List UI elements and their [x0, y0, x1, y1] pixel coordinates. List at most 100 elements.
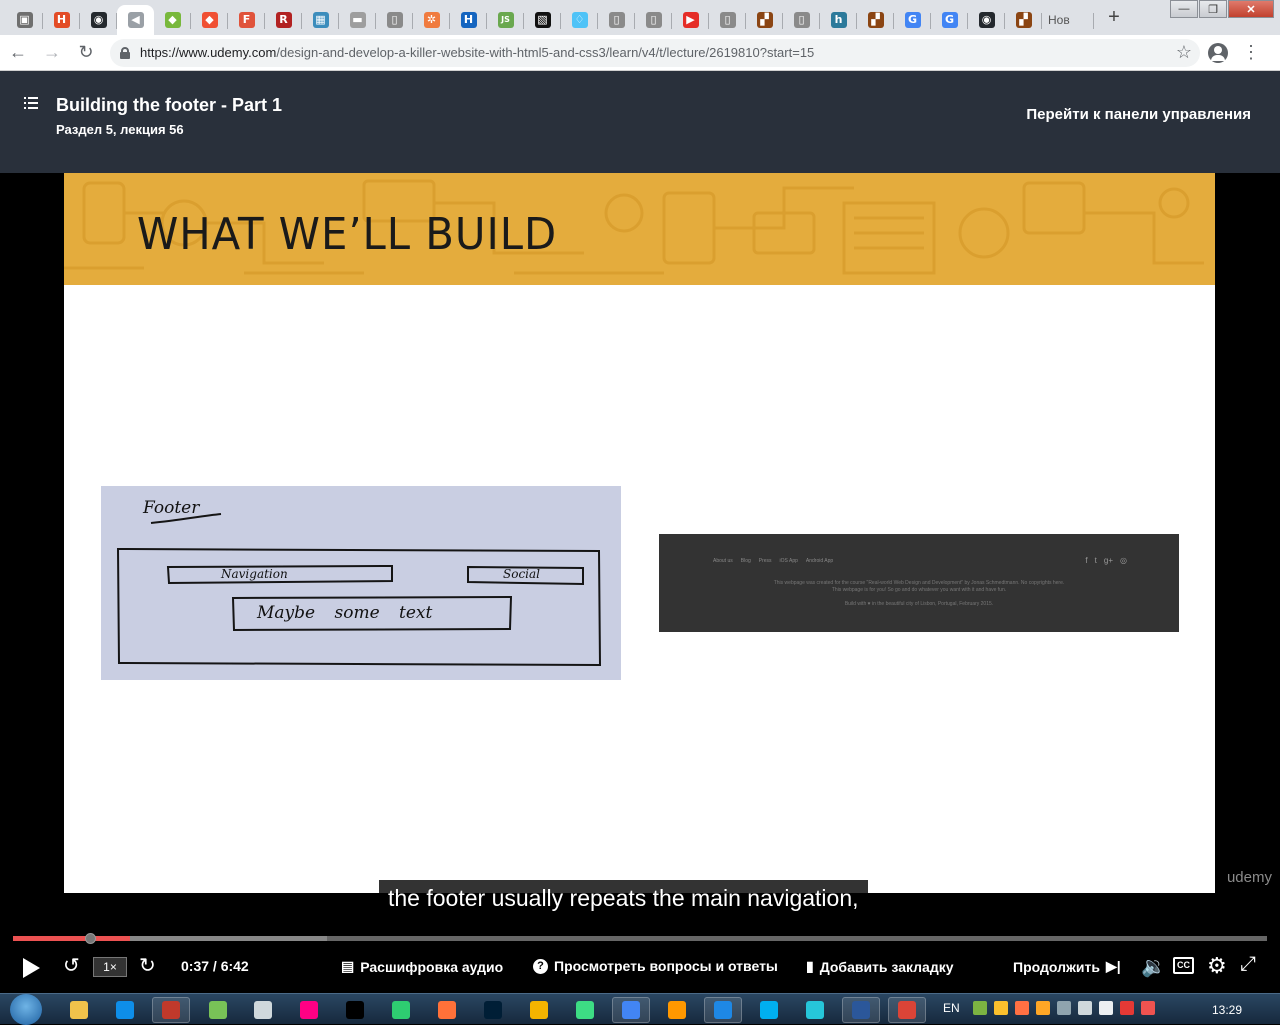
- transcript-label: Расшифровка аудио: [360, 958, 504, 975]
- go-to-dashboard-link[interactable]: Перейти к панели управления: [1026, 106, 1251, 123]
- tab-28[interactable]: ▞: [1005, 5, 1042, 35]
- calculator-icon[interactable]: [796, 997, 834, 1023]
- bookmark-button[interactable]: ▮ Добавить закладку: [806, 958, 954, 975]
- speaker-icon[interactable]: [1099, 1001, 1113, 1015]
- tab-26-favicon-icon: G: [941, 11, 958, 28]
- android-studio-icon[interactable]: [566, 997, 604, 1023]
- new-tab-button[interactable]: +: [1100, 4, 1128, 32]
- tray-icon-1[interactable]: [973, 1001, 987, 1015]
- tab-4-active[interactable]: ◀: [117, 4, 154, 35]
- tab-25[interactable]: G: [894, 5, 931, 35]
- tab-8[interactable]: R: [265, 5, 302, 35]
- sketch-navigation-label: Navigation: [221, 567, 288, 581]
- playback-speed-button[interactable]: 1×: [93, 957, 127, 977]
- browser-menu-icon[interactable]: ⋮: [1242, 42, 1260, 63]
- profile-icon[interactable]: [1208, 42, 1228, 63]
- browser-toolbar: ← → ↻ https://www.udemy.com/design-and-d…: [0, 35, 1280, 71]
- chrome-canary-icon[interactable]: [520, 997, 558, 1023]
- flag-icon[interactable]: [1120, 1001, 1134, 1015]
- start-button[interactable]: [10, 994, 42, 1025]
- tab-10[interactable]: ▬: [339, 5, 376, 35]
- skype-icon[interactable]: [750, 997, 788, 1023]
- tab-3[interactable]: ◉: [80, 5, 117, 35]
- tab-15[interactable]: ▧: [524, 5, 561, 35]
- minimize-button[interactable]: —: [1170, 0, 1198, 18]
- floppy-icon[interactable]: [152, 997, 190, 1023]
- tray-icon-9[interactable]: [1141, 1001, 1155, 1015]
- tab-22[interactable]: ▯: [783, 5, 820, 35]
- address-bar[interactable]: https://www.udemy.com/design-and-develop…: [110, 38, 1200, 67]
- tab-20[interactable]: ▯: [709, 5, 746, 35]
- maximize-button[interactable]: ❐: [1199, 0, 1227, 18]
- volume-icon[interactable]: 🔉: [1141, 954, 1166, 979]
- tab-27[interactable]: ◉: [968, 5, 1005, 35]
- explorer-icon[interactable]: [60, 997, 98, 1023]
- word-icon[interactable]: [842, 997, 880, 1023]
- url-host: https://www.udemy.com: [140, 45, 277, 60]
- time-display: 0:37 / 6:42: [181, 958, 249, 974]
- sublime-icon[interactable]: [658, 997, 696, 1023]
- app-green-icon[interactable]: [382, 997, 420, 1023]
- bookmark-star-icon[interactable]: ☆: [1176, 42, 1192, 63]
- continue-button[interactable]: Продолжить ▶|: [1013, 958, 1121, 975]
- tab-7[interactable]: F: [228, 5, 265, 35]
- tab-11[interactable]: ▯: [376, 5, 413, 35]
- forward-button[interactable]: →: [36, 37, 68, 69]
- tray-icon-4[interactable]: [1036, 1001, 1050, 1015]
- tab-9-favicon-icon: ▦: [312, 11, 329, 28]
- android-icon[interactable]: [199, 997, 237, 1023]
- tab-19[interactable]: ▶: [672, 5, 709, 35]
- tab-26[interactable]: G: [931, 5, 968, 35]
- chrome-2-icon[interactable]: [888, 997, 926, 1023]
- cube-icon[interactable]: [244, 997, 282, 1023]
- progress-bar[interactable]: [13, 933, 1267, 944]
- rewind-icon[interactable]: ↺: [63, 953, 80, 978]
- fullscreen-icon[interactable]: ⤢: [1240, 953, 1256, 976]
- cc-icon: CC: [1173, 957, 1194, 974]
- tab-14-favicon-icon: JS: [497, 11, 514, 28]
- flickr-icon-glyph: [300, 1001, 318, 1019]
- qa-button[interactable]: ? Просмотреть вопросы и ответы: [533, 958, 778, 974]
- forward-icon[interactable]: ↻: [139, 953, 156, 978]
- tab-13[interactable]: H: [450, 5, 487, 35]
- photoshop-icon[interactable]: [474, 997, 512, 1023]
- close-button[interactable]: ✕: [1228, 0, 1274, 18]
- tab-24-favicon-icon: ▞: [867, 11, 884, 28]
- transcript-button[interactable]: ▤ Расшифровка аудио: [341, 958, 503, 975]
- network-icon[interactable]: [1078, 1001, 1092, 1015]
- tab-12-favicon-icon: ✲: [423, 11, 440, 28]
- tab-6[interactable]: ◆: [191, 5, 228, 35]
- captions-button[interactable]: CC: [1173, 957, 1194, 974]
- tab-23[interactable]: h: [820, 5, 857, 35]
- play-icon[interactable]: [23, 958, 40, 978]
- tab-new-tab[interactable]: Нов: [1042, 5, 1094, 35]
- tab-16[interactable]: ♢: [561, 5, 598, 35]
- tab-21[interactable]: ▞: [746, 5, 783, 35]
- tray-icon-2[interactable]: [994, 1001, 1008, 1015]
- tab-18[interactable]: ▯: [635, 5, 672, 35]
- reload-button[interactable]: ↻: [70, 37, 102, 69]
- app-blue-icon[interactable]: [704, 997, 742, 1023]
- tab-2[interactable]: H: [43, 5, 80, 35]
- chrome-icon[interactable]: [612, 997, 650, 1023]
- video-player[interactable]: WHAT WE’LL BUILD Footer Navigation Socia…: [0, 173, 1280, 893]
- firefox-icon[interactable]: [428, 997, 466, 1023]
- teamviewer-icon[interactable]: [106, 997, 144, 1023]
- back-button[interactable]: ←: [2, 37, 34, 69]
- tab-9[interactable]: ▦: [302, 5, 339, 35]
- settings-icon[interactable]: ⚙: [1207, 953, 1227, 979]
- tab-17[interactable]: ▯: [598, 5, 635, 35]
- language-indicator[interactable]: EN: [943, 1001, 960, 1015]
- tab-24[interactable]: ▞: [857, 5, 894, 35]
- tray-icon-5[interactable]: [1057, 1001, 1071, 1015]
- tab-5[interactable]: ◆: [154, 5, 191, 35]
- tab-14[interactable]: JS: [487, 5, 524, 35]
- intellij-icon[interactable]: [336, 997, 374, 1023]
- progress-handle[interactable]: [85, 933, 97, 944]
- flickr-icon[interactable]: [290, 997, 328, 1023]
- curriculum-menu-icon[interactable]: [24, 97, 38, 112]
- tab-1[interactable]: ▣: [6, 5, 43, 35]
- tray-icon-3[interactable]: [1015, 1001, 1029, 1015]
- tab-12[interactable]: ✲: [413, 5, 450, 35]
- tab-27-favicon-icon: ◉: [978, 11, 995, 28]
